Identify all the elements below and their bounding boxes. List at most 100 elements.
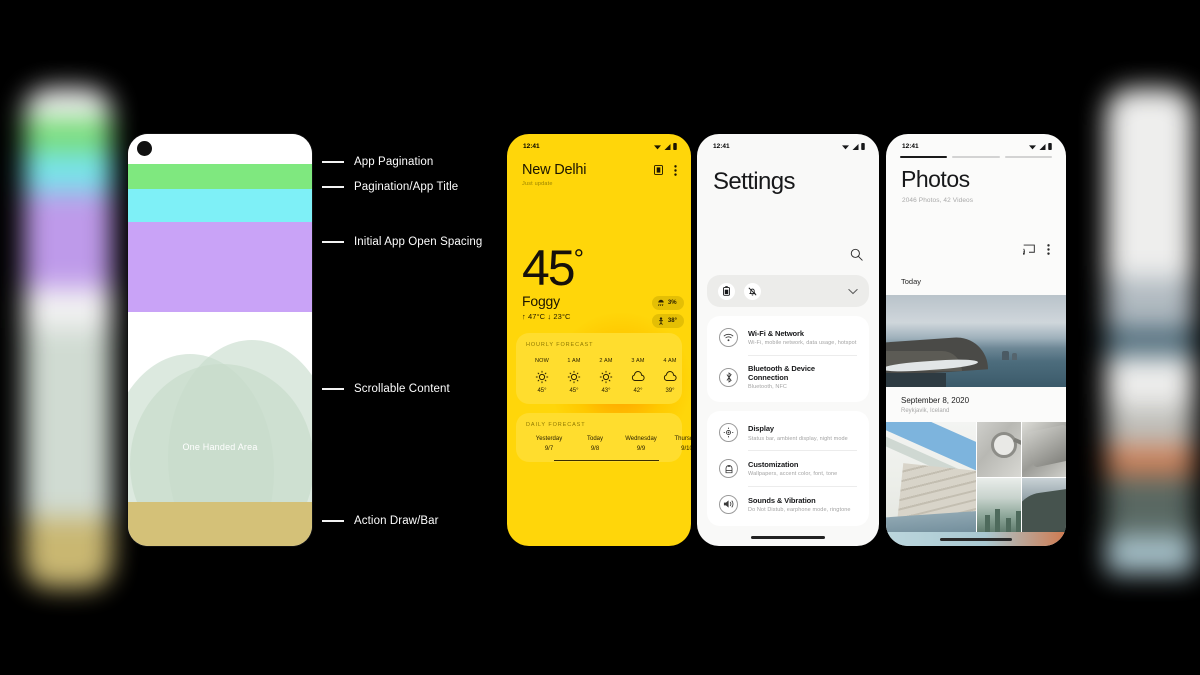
photo-thumbnail-forest[interactable]: [976, 478, 1021, 535]
annotation-label: Scrollable Content: [354, 383, 450, 395]
day-date: 9/8: [590, 446, 600, 452]
current-temperature: 45°: [522, 243, 676, 293]
band-initial-app-open-spacing: [128, 222, 312, 312]
hour-temp: 42°: [633, 388, 643, 394]
settings-row-title: Wi-Fi & Network: [748, 328, 804, 338]
page-title: Photos: [901, 166, 970, 193]
hourly-item[interactable]: 3 AM 42°: [622, 358, 654, 394]
photo-thumbnail-mountain[interactable]: [1021, 478, 1066, 535]
daily-forecast-list[interactable]: Yesterday 9/7 Today 9/8 Wednesday 9/9 Th…: [526, 436, 691, 461]
hour-label: 5 A: [686, 358, 691, 364]
quick-toggle-battery[interactable]: [718, 282, 735, 300]
cast-icon[interactable]: [1023, 244, 1035, 255]
pagination-dot[interactable]: [952, 156, 1000, 159]
edge-preview-left: [24, 88, 112, 588]
hour-temp: 43°: [601, 388, 611, 394]
cloud-icon: [622, 368, 654, 385]
annotation-action-draw-bar: Action Draw/Bar: [322, 515, 439, 527]
annotation-scrollable-content: Scrollable Content: [322, 383, 450, 395]
status-time: 12:41: [713, 143, 730, 150]
band-scrollable-content: One Handed Area: [128, 312, 312, 502]
more-vertical-icon[interactable]: [1047, 244, 1050, 256]
hour-label: 4 AM: [663, 358, 677, 364]
annotation-initial-app-open-spacing: Initial App Open Spacing: [322, 236, 482, 248]
degree-symbol: °: [573, 243, 585, 274]
hourly-item[interactable]: 1 AM 45°: [558, 358, 590, 394]
day-label: Thursday: [674, 436, 691, 442]
photo-thumbnail-cloth[interactable]: [1021, 422, 1066, 479]
hourly-item[interactable]: 2 AM 43°: [590, 358, 622, 394]
pagination-dot[interactable]: [1004, 156, 1052, 159]
home-gesture-bar[interactable]: [940, 538, 1012, 541]
settings-row-subtitle: Wallpapers, accent color, font, tone: [748, 471, 838, 478]
edge-preview-right: [1106, 88, 1194, 588]
pill-feels-like[interactable]: 38°: [651, 314, 684, 328]
settings-group-connectivity: Wi-Fi & Network Wi-Fi, mobile network, d…: [707, 316, 869, 403]
settings-row-title: Sounds & Vibration: [748, 495, 816, 505]
diagram-status-area: [128, 134, 312, 164]
app-pagination-indicator[interactable]: [886, 150, 1066, 159]
more-vertical-icon[interactable]: [674, 165, 677, 176]
annotation-pagination-app-title: Pagination/App Title: [322, 181, 458, 193]
settings-row-display[interactable]: Display Status bar, ambient display, nig…: [707, 415, 869, 450]
settings-row-customization[interactable]: Customization Wallpapers, accent color, …: [707, 451, 869, 486]
daily-item[interactable]: Yesterday 9/7: [526, 436, 572, 452]
quick-toggle-notifications-off[interactable]: [744, 282, 761, 300]
hero-photo[interactable]: [886, 295, 1066, 388]
feels-like-icon: [659, 317, 663, 325]
hourly-item[interactable]: 4 AM 39°: [654, 358, 686, 394]
hero-sand-shape: [886, 373, 946, 388]
settings-row-wifi-network[interactable]: Wi-Fi & Network Wi-Fi, mobile network, d…: [707, 320, 869, 355]
annotation-leader-line: [322, 241, 344, 243]
home-gesture-bar[interactable]: [751, 536, 825, 539]
daily-item[interactable]: Today 9/8: [572, 436, 618, 452]
daily-item[interactable]: Wednesday 9/9: [618, 436, 664, 452]
section-header-today: Today: [901, 277, 922, 287]
hourly-item[interactable]: 5 A 3: [686, 358, 691, 394]
cloud-icon: [654, 368, 686, 385]
annotation-leader-line: [322, 186, 344, 188]
photo-thumbnail-stairs[interactable]: [886, 422, 976, 535]
annotation-label: Action Draw/Bar: [354, 515, 439, 527]
annotation-leader-line: [322, 520, 344, 522]
signal-icon: [852, 144, 858, 150]
weather-detail-pills: 3% 38°: [651, 296, 684, 328]
album-date: September 8, 2020: [901, 396, 970, 406]
photo-grid[interactable]: [886, 422, 1066, 535]
thumb-pan-shape: [991, 432, 1017, 459]
quick-toggles-panel[interactable]: [707, 275, 869, 307]
hour-temp: 39°: [665, 388, 675, 394]
thumb-tree-shape: [1006, 518, 1011, 534]
daily-forecast-card[interactable]: DAILY FORECAST Yesterday 9/7 Today 9/8 W…: [516, 413, 691, 462]
phone-photos-app: 12:41 Photos 2046 Photos, 42 Videos Toda…: [886, 134, 1066, 546]
annotation-leader-line: [322, 161, 344, 163]
settings-row-text: Bluetooth & Device Connection Bluetooth,…: [748, 364, 857, 391]
hour-label: 3 AM: [631, 358, 645, 364]
pill-rain-chance[interactable]: 3%: [651, 296, 684, 310]
settings-row-bluetooth[interactable]: Bluetooth & Device Connection Bluetooth,…: [707, 356, 869, 399]
pagination-dot-active[interactable]: [900, 156, 948, 159]
chevron-down-icon[interactable]: [848, 288, 858, 295]
add-location-icon[interactable]: [654, 165, 663, 175]
hourly-forecast-card[interactable]: HOURLY FORECAST NOW 45° 1 AM 45° 2 AM 43…: [516, 333, 682, 404]
hour-label: 1 AM: [567, 358, 581, 364]
pill-value: 38°: [667, 318, 677, 324]
photo-thumbnail-pan[interactable]: [976, 422, 1021, 479]
settings-row-sounds-vibration[interactable]: Sounds & Vibration Do Not Distub, earpho…: [707, 487, 869, 522]
hourly-item[interactable]: NOW 45°: [526, 358, 558, 394]
day-date: 9/10: [681, 446, 691, 452]
volume-icon: [719, 494, 738, 514]
settings-status-bar: 12:41: [697, 134, 879, 150]
library-count: 2046 Photos, 42 Videos: [902, 197, 974, 205]
search-icon[interactable]: [850, 248, 863, 261]
status-time: 12:41: [902, 143, 919, 150]
battery-icon: [673, 143, 677, 150]
daily-item[interactable]: Thursday 9/10: [664, 436, 691, 452]
cloud-icon: [686, 368, 691, 385]
wifi-icon: [719, 328, 738, 347]
day-label: Wednesday: [625, 436, 657, 442]
settings-row-text: Customization Wallpapers, accent color, …: [748, 460, 837, 478]
sun-icon: [558, 368, 590, 385]
bottom-photo-strip[interactable]: [886, 532, 1066, 546]
hourly-forecast-list[interactable]: NOW 45° 1 AM 45° 2 AM 43° 3 AM 42° 4 AM …: [526, 358, 677, 394]
